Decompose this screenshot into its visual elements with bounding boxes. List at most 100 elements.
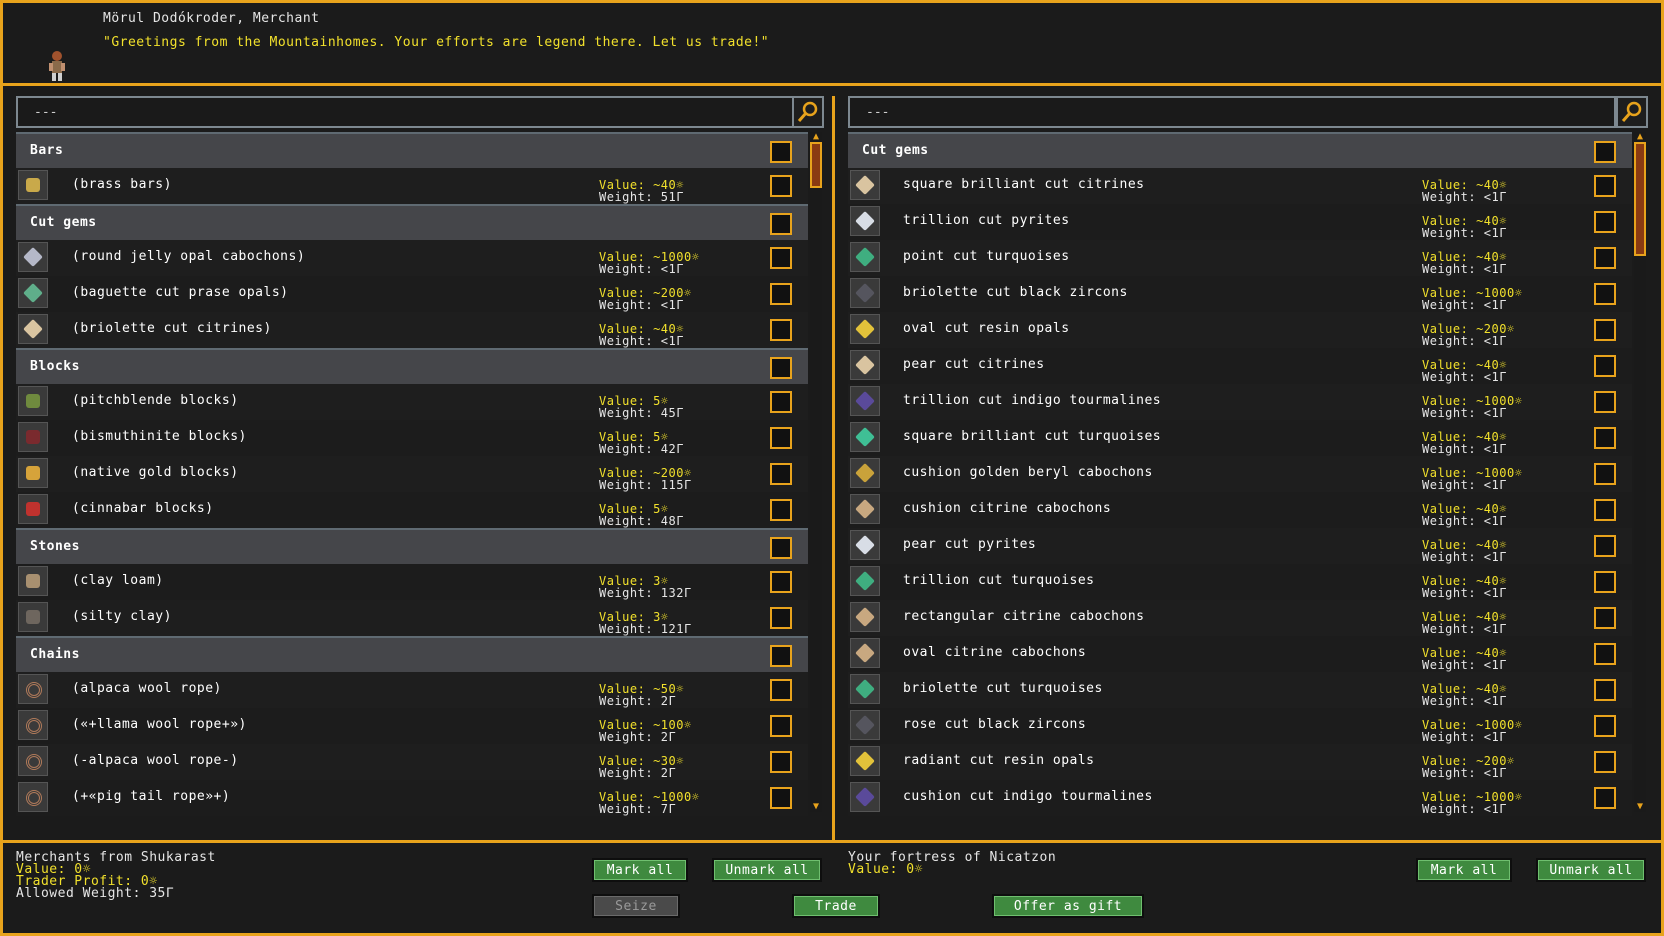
seize-button[interactable]: Seize	[592, 894, 680, 918]
category-checkbox[interactable]	[770, 213, 792, 235]
header-divider	[0, 83, 1664, 86]
item-checkbox[interactable]	[1594, 283, 1616, 305]
item-checkbox[interactable]	[770, 319, 792, 341]
fortress-mark-all-button[interactable]: Mark all	[1416, 858, 1512, 882]
item-checkbox[interactable]	[770, 787, 792, 809]
item-checkbox[interactable]	[1594, 715, 1616, 737]
item-checkbox[interactable]	[1594, 535, 1616, 557]
trade-item-row[interactable]: («+llama wool rope+») Value: ~100☼ Weight:…	[16, 708, 808, 744]
offer-as-gift-button[interactable]: Offer as gift	[992, 894, 1144, 918]
magnifier-icon[interactable]	[1616, 96, 1648, 128]
trade-item-row[interactable]: (cinnabar blocks) Value: 5☼ Weight: 48Γ	[16, 492, 808, 528]
item-checkbox[interactable]	[770, 283, 792, 305]
gem-icon	[850, 530, 880, 560]
scroll-thumb[interactable]	[1634, 142, 1646, 256]
trade-item-row[interactable]: (clay loam) Value: 3☼ Weight: 132Γ	[16, 564, 808, 600]
trade-item-row[interactable]: square brilliant cut turquoises Value: ~4…	[848, 420, 1632, 456]
trade-item-row[interactable]: (briolette cut citrines) Value: ~40☼ Weigh…	[16, 312, 808, 348]
category-checkbox[interactable]	[770, 645, 792, 667]
scroll-up-arrow-icon[interactable]: ▲	[1634, 132, 1646, 142]
category-checkbox[interactable]	[770, 357, 792, 379]
item-checkbox[interactable]	[1594, 247, 1616, 269]
trade-item-row[interactable]: radiant cut resin opals Value: ~200☼ Weigh…	[848, 744, 1632, 780]
item-checkbox[interactable]	[1594, 607, 1616, 629]
item-checkbox[interactable]	[770, 715, 792, 737]
category-checkbox[interactable]	[770, 141, 792, 163]
item-checkbox[interactable]	[1594, 787, 1616, 809]
merchant-search-input[interactable]	[32, 104, 536, 121]
fortress-search-box[interactable]	[848, 96, 1616, 128]
trade-item-row[interactable]: rose cut black zircons Value: ~1000☼ Weigh…	[848, 708, 1632, 744]
trade-item-row[interactable]: (native gold blocks) Value: ~200☼ Weight: …	[16, 456, 808, 492]
trade-item-row[interactable]: briolette cut black zircons Value: ~1000☼…	[848, 276, 1632, 312]
gem-icon	[850, 458, 880, 488]
trade-item-row[interactable]: (silty clay) Value: 3☼ Weight: 121Γ	[16, 600, 808, 636]
category-checkbox[interactable]	[1594, 141, 1616, 163]
gem-icon	[850, 746, 880, 776]
trade-item-row[interactable]: trillion cut indigo tourmalines Value: ~1…	[848, 384, 1632, 420]
trade-item-row[interactable]: pear cut pyrites Value: ~40☼ Weight: <1Γ	[848, 528, 1632, 564]
trade-item-row[interactable]: (round jelly opal cabochons) Value: ~1000…	[16, 240, 808, 276]
scroll-up-arrow-icon[interactable]: ▲	[810, 132, 822, 142]
item-checkbox[interactable]	[1594, 643, 1616, 665]
item-checkbox[interactable]	[770, 751, 792, 773]
merchant-scrollbar[interactable]: ▲ ▼	[810, 132, 822, 812]
trade-item-row[interactable]: (baguette cut prase opals) Value: ~200☼ We…	[16, 276, 808, 312]
item-checkbox[interactable]	[770, 175, 792, 197]
item-checkbox[interactable]	[1594, 427, 1616, 449]
merchant-search-box[interactable]	[16, 96, 794, 128]
trade-item-row[interactable]: briolette cut turquoises Value: ~40☼ Weigh…	[848, 672, 1632, 708]
trade-item-row[interactable]: cushion golden beryl cabochons Value: ~10…	[848, 456, 1632, 492]
trade-item-row[interactable]: oval cut resin opals Value: ~200☼ Weight: …	[848, 312, 1632, 348]
item-checkbox[interactable]	[770, 679, 792, 701]
trade-item-row[interactable]: trillion cut turquoises Value: ~40☼ Weight…	[848, 564, 1632, 600]
trade-item-row[interactable]: pear cut citrines Value: ~40☼ Weight: <1Γ	[848, 348, 1632, 384]
trade-item-row[interactable]: square brilliant cut citrines Value: ~40☼…	[848, 168, 1632, 204]
item-checkbox[interactable]	[770, 247, 792, 269]
item-checkbox[interactable]	[770, 607, 792, 629]
item-checkbox[interactable]	[770, 571, 792, 593]
fortress-search-input[interactable]	[864, 104, 1368, 121]
fortress-scrollbar[interactable]: ▲ ▼	[1634, 132, 1646, 812]
item-weight: Weight: 7Γ	[599, 802, 677, 816]
scroll-down-arrow-icon[interactable]: ▼	[810, 802, 822, 812]
item-weight: Weight: <1Γ	[1422, 478, 1507, 492]
trade-item-row[interactable]: (-alpaca wool rope-) Value: ~30☼ Weight: 2…	[16, 744, 808, 780]
item-name: (clay loam)	[72, 573, 164, 588]
scroll-down-arrow-icon[interactable]: ▼	[1634, 802, 1646, 812]
trade-item-row[interactable]: rectangular citrine cabochons Value: ~40☼…	[848, 600, 1632, 636]
item-checkbox[interactable]	[1594, 679, 1616, 701]
item-checkbox[interactable]	[1594, 391, 1616, 413]
scroll-thumb[interactable]	[810, 142, 822, 188]
merchant-greeting: "Greetings from the Mountainhomes. Your …	[103, 35, 770, 50]
merchant-unmark-all-button[interactable]: Unmark all	[712, 858, 822, 882]
item-checkbox[interactable]	[1594, 319, 1616, 341]
trade-item-row[interactable]: cushion citrine cabochons Value: ~40☼ Weig…	[848, 492, 1632, 528]
category-checkbox[interactable]	[770, 537, 792, 559]
item-checkbox[interactable]	[1594, 463, 1616, 485]
item-checkbox[interactable]	[770, 427, 792, 449]
item-checkbox[interactable]	[1594, 751, 1616, 773]
item-checkbox[interactable]	[1594, 175, 1616, 197]
item-checkbox[interactable]	[1594, 355, 1616, 377]
merchant-mark-all-button[interactable]: Mark all	[592, 858, 688, 882]
item-checkbox[interactable]	[1594, 499, 1616, 521]
item-checkbox[interactable]	[770, 463, 792, 485]
trade-item-row[interactable]: (pitchblende blocks) Value: 5☼ Weight: 45Γ	[16, 384, 808, 420]
fortress-unmark-all-button[interactable]: Unmark all	[1536, 858, 1646, 882]
trade-item-row[interactable]: trillion cut pyrites Value: ~40☼ Weight: <…	[848, 204, 1632, 240]
trade-item-row[interactable]: (bismuthinite blocks) Value: 5☼ Weight: 42…	[16, 420, 808, 456]
trade-item-row[interactable]: (alpaca wool rope) Value: ~50☼ Weight: 2Γ	[16, 672, 808, 708]
trade-item-row[interactable]: oval citrine cabochons Value: ~40☼ Weight:…	[848, 636, 1632, 672]
trade-item-row[interactable]: point cut turquoises Value: ~40☼ Weight: <…	[848, 240, 1632, 276]
item-checkbox[interactable]	[770, 391, 792, 413]
magnifier-icon[interactable]	[792, 96, 824, 128]
item-checkbox[interactable]	[1594, 211, 1616, 233]
merchant-portrait-icon	[49, 51, 65, 81]
trade-item-row[interactable]: (brass bars) Value: ~40☼ Weight: 51Γ	[16, 168, 808, 204]
item-checkbox[interactable]	[770, 499, 792, 521]
trade-item-row[interactable]: cushion cut indigo tourmalines Value: ~10…	[848, 780, 1632, 816]
trade-button[interactable]: Trade	[792, 894, 880, 918]
trade-item-row[interactable]: (+«pig tail rope»+) Value: ~1000☼ Weight: …	[16, 780, 808, 816]
item-checkbox[interactable]	[1594, 571, 1616, 593]
